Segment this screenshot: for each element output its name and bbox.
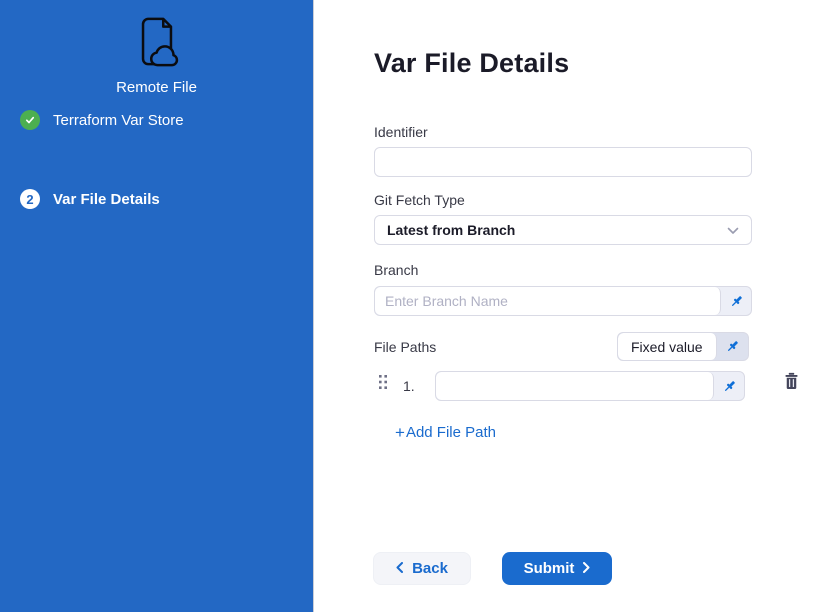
wizard-type-label: Remote File [0, 79, 313, 96]
back-button[interactable]: Back [373, 552, 471, 585]
branch-label: Branch [374, 262, 418, 278]
file-paths-value-type-button[interactable]: Fixed value [617, 332, 749, 361]
page-title: Var File Details [374, 48, 569, 79]
submit-button-label: Submit [524, 560, 575, 577]
identifier-input[interactable] [374, 147, 752, 177]
sidebar-step-var-file-details[interactable]: 2 Var File Details [20, 189, 160, 209]
sidebar-step-terraform-var-store[interactable]: Terraform Var Store [20, 110, 184, 130]
git-fetch-type-value: Latest from Branch [387, 222, 515, 238]
remote-file-icon [131, 14, 183, 75]
value-type-label: Fixed value [618, 333, 717, 360]
wizard-sidebar: Remote File Terraform Var Store 2 Var Fi… [0, 0, 314, 612]
file-path-row [435, 371, 745, 401]
drag-handle-icon[interactable] [378, 374, 388, 395]
pin-icon[interactable] [721, 287, 751, 315]
add-file-path-button[interactable]: + Add File Path [395, 424, 496, 441]
chevron-left-icon [396, 560, 403, 577]
trash-icon[interactable] [783, 372, 800, 390]
branch-input[interactable] [375, 287, 721, 315]
pin-icon[interactable] [714, 372, 744, 400]
git-fetch-type-select[interactable]: Latest from Branch [374, 215, 752, 245]
chevron-down-icon [727, 222, 739, 238]
pin-icon [717, 333, 748, 360]
wizard-header: Remote File [0, 14, 313, 96]
file-path-input[interactable] [436, 372, 714, 400]
submit-button[interactable]: Submit [502, 552, 612, 585]
branch-field [374, 286, 752, 316]
git-fetch-type-label: Git Fetch Type [374, 192, 465, 208]
file-paths-label: File Paths [374, 339, 436, 355]
add-file-path-label: Add File Path [406, 424, 496, 441]
plus-icon: + [395, 424, 405, 441]
identifier-label: Identifier [374, 124, 428, 140]
back-button-label: Back [412, 560, 448, 577]
chevron-right-icon [583, 560, 590, 577]
file-path-row-index: 1. [403, 378, 415, 394]
step-complete-check-icon [20, 110, 40, 130]
step-label: Var File Details [53, 191, 160, 208]
step-label: Terraform Var Store [53, 112, 184, 129]
step-number-badge: 2 [20, 189, 40, 209]
